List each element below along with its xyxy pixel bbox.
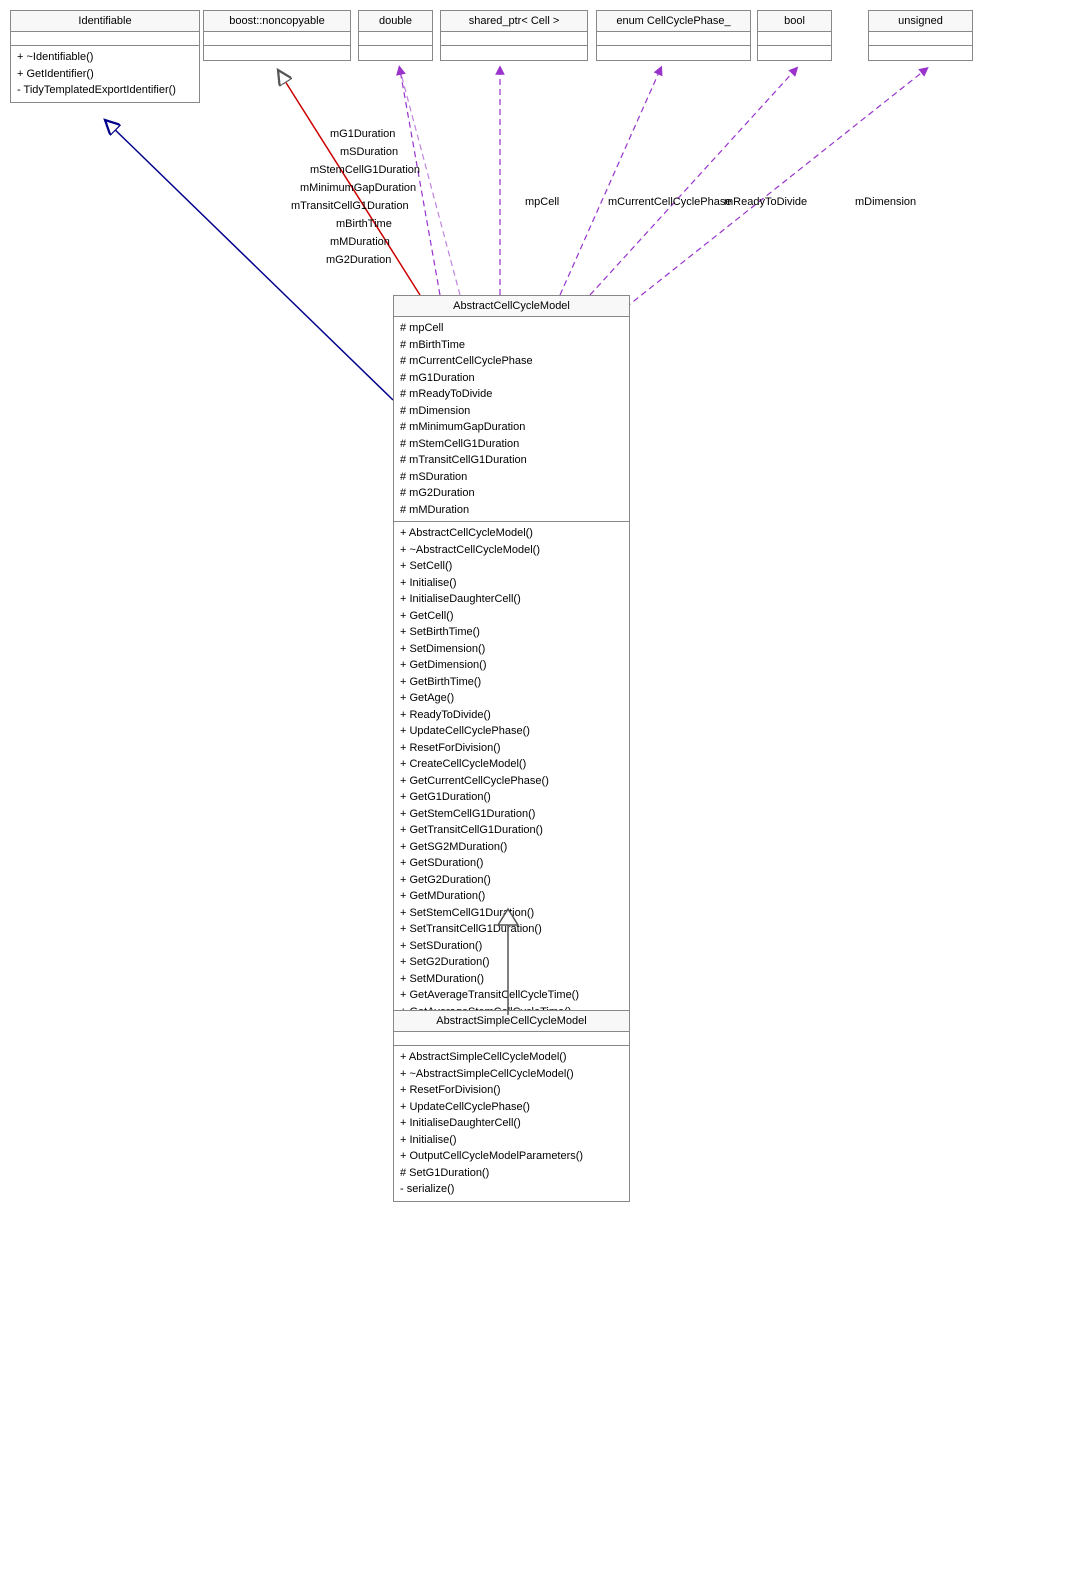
- box-shared-cell-title: shared_ptr< Cell >: [441, 11, 587, 32]
- field-label-mDimension: mDimension: [855, 196, 916, 208]
- box-shared-cell: shared_ptr< Cell >: [440, 10, 588, 61]
- box-abstract-simple-methods: + AbstractSimpleCellCycleModel() + ~Abst…: [394, 1046, 629, 1201]
- box-abstract-simple: AbstractSimpleCellCycleModel + AbstractS…: [393, 1010, 630, 1202]
- field-label-mpCell: mpCell: [525, 196, 559, 208]
- box-identifiable: Identifiable + ~Identifiable() + GetIden…: [10, 10, 200, 103]
- box-abstract-ccm-title: AbstractCellCycleModel: [394, 296, 629, 317]
- field-label-mSDuration: mSDuration: [340, 146, 398, 158]
- box-unsigned-s1: [869, 32, 972, 46]
- field-label-mBirthTime: mBirthTime: [336, 218, 392, 230]
- box-bool: bool: [757, 10, 832, 61]
- box-abstract-simple-empty: [394, 1032, 629, 1046]
- box-double: double: [358, 10, 433, 61]
- box-enum-phase: enum CellCyclePhase_: [596, 10, 751, 61]
- inherit-simple-ccm: [493, 905, 523, 1015]
- box-enum-s2: [597, 46, 750, 60]
- box-unsigned: unsigned: [868, 10, 973, 61]
- field-label-mTransit: mTransitCellG1Duration: [291, 200, 409, 212]
- box-identifiable-empty: [11, 32, 199, 46]
- box-double-s2: [359, 46, 432, 60]
- box-bool-s2: [758, 46, 831, 60]
- box-identifiable-methods: + ~Identifiable() + GetIdentifier() - Ti…: [11, 46, 199, 102]
- box-abstract-ccm-fields: # mpCell # mBirthTime # mCurrentCellCycl…: [394, 317, 629, 522]
- field-label-mStemCell: mStemCellG1Duration: [310, 164, 420, 176]
- field-label-mReadyToDivide: mReadyToDivide: [724, 196, 807, 208]
- box-double-title: double: [359, 11, 432, 32]
- box-double-s1: [359, 32, 432, 46]
- field-label-mG1Duration: mG1Duration: [330, 128, 395, 140]
- field-label-mMDuration: mMDuration: [330, 236, 390, 248]
- box-noncopyable: boost::noncopyable: [203, 10, 351, 61]
- box-identifiable-title: Identifiable: [11, 11, 199, 32]
- box-bool-s1: [758, 32, 831, 46]
- box-noncopyable-s1: [204, 32, 350, 46]
- diagram-container: mG1Duration mSDuration mStemCellG1Durati…: [0, 0, 1091, 1576]
- box-bool-title: bool: [758, 11, 831, 32]
- box-unsigned-s2: [869, 46, 972, 60]
- box-noncopyable-s2: [204, 46, 350, 60]
- box-shared-cell-s1: [441, 32, 587, 46]
- field-label-mMinGap: mMinimumGapDuration: [300, 182, 416, 194]
- box-shared-cell-s2: [441, 46, 587, 60]
- field-label-mG2Duration: mG2Duration: [326, 254, 391, 266]
- box-enum-phase-title: enum CellCyclePhase_: [597, 11, 750, 32]
- box-enum-s1: [597, 32, 750, 46]
- box-noncopyable-title: boost::noncopyable: [204, 11, 350, 32]
- field-label-mCurrentPhase: mCurrentCellCyclePhase: [608, 196, 732, 208]
- box-unsigned-title: unsigned: [869, 11, 972, 32]
